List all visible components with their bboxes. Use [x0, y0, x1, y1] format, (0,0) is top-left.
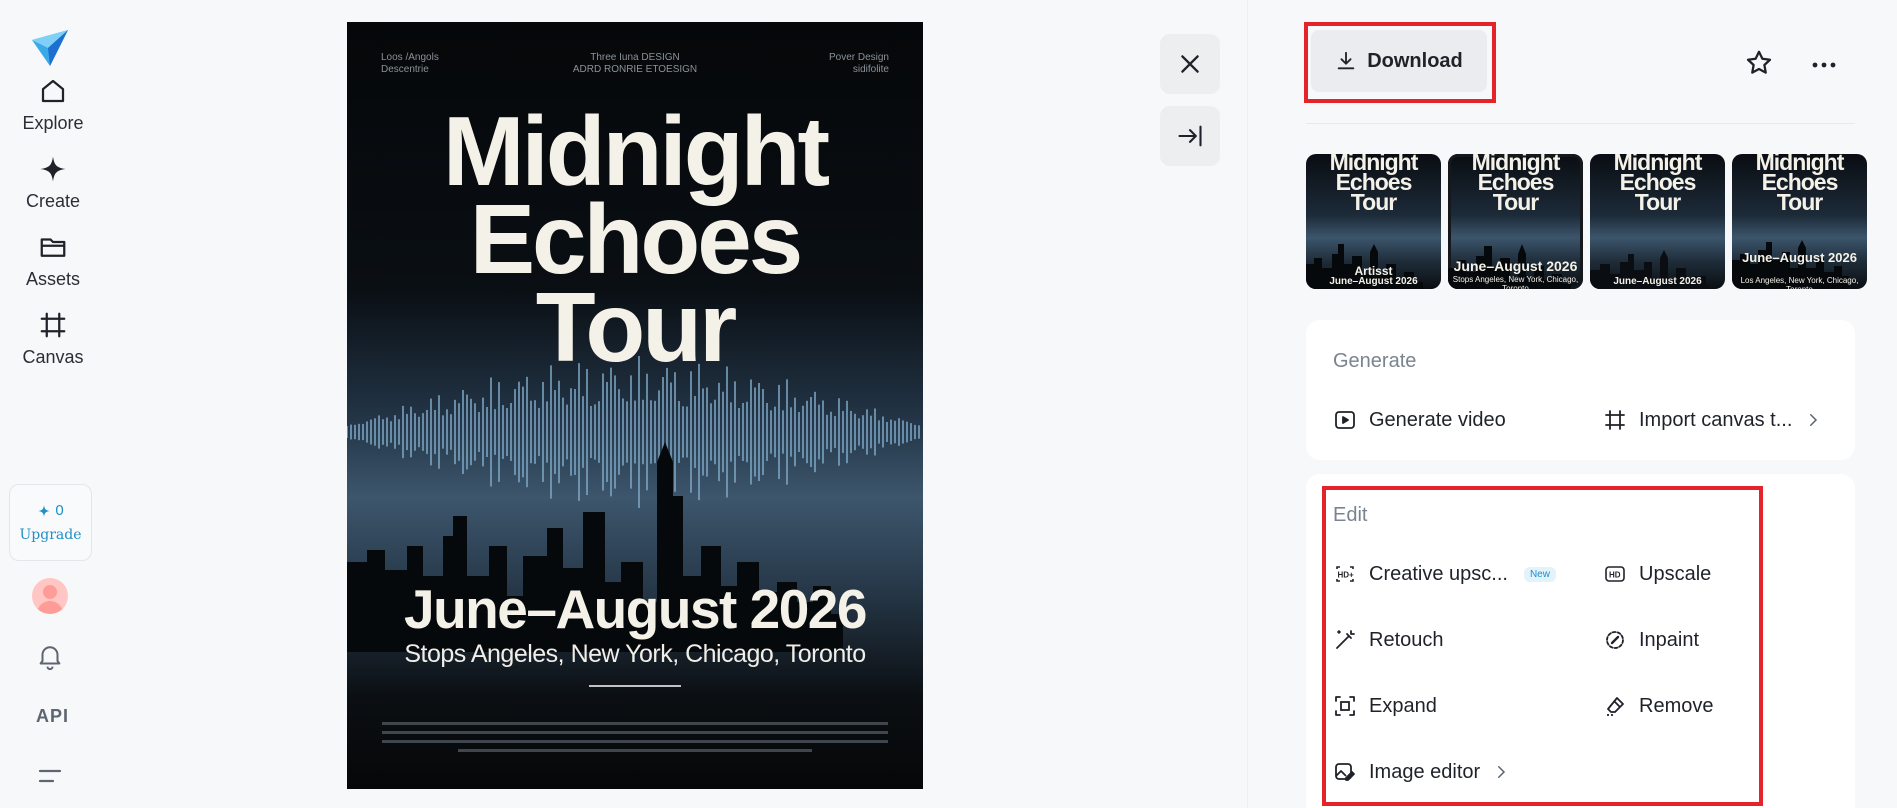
thumbnail-variation-4[interactable]: Midnight Echoes Tour June–August 2026 Los …: [1732, 154, 1867, 289]
image-editor-label: Image editor: [1369, 760, 1481, 783]
hd-plus-icon: HD+: [1336, 566, 1355, 582]
edit-card: Edit HD+ Creative upsc... New HD Upscale…: [1306, 474, 1855, 808]
home-icon: [41, 79, 65, 103]
magic-wand-icon: [1336, 630, 1355, 649]
canvas-frame-icon: [40, 312, 66, 338]
expand-label: Expand: [1369, 694, 1437, 717]
menu-icon[interactable]: [37, 765, 63, 787]
credits-counter: 0: [37, 502, 64, 519]
close-button[interactable]: [1160, 34, 1220, 94]
download-label: Download: [1367, 49, 1463, 72]
new-badge: New: [1523, 566, 1556, 582]
image-editor-button[interactable]: Image editor: [1333, 760, 1510, 784]
avatar[interactable]: [32, 578, 68, 614]
sparkle-icon: [40, 156, 66, 182]
upgrade-label: Upgrade: [19, 527, 82, 543]
import-canvas-button[interactable]: Import canvas t...: [1603, 408, 1822, 432]
poster-title-line-2: Echoes: [469, 184, 804, 294]
remove-button[interactable]: Remove: [1603, 694, 1713, 718]
chevron-right-icon: [1810, 414, 1818, 426]
expand-icon: [1335, 696, 1355, 716]
poster-fine-print: [382, 722, 888, 758]
poster-divider: [589, 685, 681, 687]
left-sidebar: Explore Create Assets Canvas 0 Upgrade A…: [0, 0, 106, 808]
close-icon: [1181, 55, 1199, 73]
hd-icon: HD: [1605, 566, 1625, 582]
api-link[interactable]: API: [36, 706, 69, 727]
import-canvas-label: Import canvas t...: [1639, 408, 1793, 431]
download-icon: [1337, 51, 1355, 70]
generate-section-title: Generate: [1333, 350, 1417, 372]
nav-label-explore: Explore: [22, 113, 84, 133]
more-options-icon[interactable]: [1809, 50, 1839, 80]
thumbnail-variation-2[interactable]: Midnight Echoes Tour June–August 2026 Stop…: [1448, 154, 1583, 289]
upgrade-button[interactable]: 0 Upgrade: [9, 484, 92, 561]
expand-button[interactable]: Expand: [1333, 694, 1437, 718]
collapse-panel-button[interactable]: [1160, 106, 1220, 166]
upscale-label: Upscale: [1639, 562, 1712, 585]
generate-video-button[interactable]: Generate video: [1333, 408, 1506, 432]
thumbnail-variation-3[interactable]: Midnight Echoes Tour June–August 2026: [1590, 154, 1725, 289]
upscale-button[interactable]: HD Upscale: [1603, 562, 1711, 586]
retouch-label: Retouch: [1369, 628, 1444, 651]
chevron-right-icon: [1498, 766, 1506, 778]
generate-video-label: Generate video: [1369, 408, 1506, 431]
retouch-button[interactable]: Retouch: [1333, 628, 1444, 652]
nav-label-canvas: Canvas: [22, 347, 84, 367]
remove-label: Remove: [1639, 694, 1714, 717]
sparkle-icon: [38, 504, 51, 517]
folder-icon: [40, 238, 66, 257]
poster-stops: Stops Angeles, New York, Chicago, Toront…: [404, 640, 866, 668]
eraser-icon: [1607, 697, 1624, 716]
nav-item-explore[interactable]: Explore: [0, 76, 106, 134]
arrow-right-to-line-icon: [1178, 125, 1202, 147]
user-avatar-icon: [36, 585, 64, 614]
download-button[interactable]: Download: [1311, 30, 1487, 92]
nav-item-assets[interactable]: Assets: [0, 232, 106, 290]
poster-top-right: Pover Design sidifolite: [828, 52, 889, 75]
notification-bell-icon[interactable]: [35, 641, 65, 671]
poster-dates: June–August 2026: [403, 578, 868, 640]
creative-upscale-label: Creative upsc...: [1369, 562, 1508, 585]
nav-label-assets: Assets: [25, 269, 81, 289]
nav-item-create[interactable]: Create: [0, 154, 106, 212]
edit-section-title: Edit: [1333, 504, 1368, 526]
inpaint-label: Inpaint: [1639, 628, 1700, 651]
app-logo-icon[interactable]: [30, 26, 70, 70]
variation-thumbnails: Midnight Echoes Tour Artisst June–August 2…: [1306, 154, 1867, 289]
image-edit-icon: [1335, 763, 1355, 781]
svg-text:HD+: HD+: [1338, 571, 1355, 580]
inpaint-brush-icon: [1606, 631, 1624, 649]
favorite-star-icon[interactable]: [1744, 48, 1774, 78]
nav-label-create: Create: [25, 191, 81, 211]
nav-item-canvas[interactable]: Canvas: [0, 310, 106, 368]
play-video-icon: [1335, 411, 1355, 429]
poster-title-line-1: Midnight: [442, 96, 830, 206]
thumbnail-variation-1[interactable]: Midnight Echoes Tour Artisst June–August 2…: [1306, 154, 1441, 289]
generate-card: Generate Generate video Import canvas t.…: [1306, 320, 1855, 460]
inpaint-button[interactable]: Inpaint: [1603, 628, 1699, 652]
canvas-frame-icon: [1605, 410, 1625, 430]
header-divider: [1306, 123, 1855, 124]
credits-value: 0: [55, 502, 64, 519]
panel-divider: [1247, 0, 1248, 808]
generated-image-preview: Loos /Angols Descentrie Three Iuna DESIGN…: [347, 22, 923, 789]
svg-text:HD: HD: [1609, 571, 1621, 580]
creative-upscale-button[interactable]: HD+ Creative upsc... New: [1333, 562, 1556, 586]
